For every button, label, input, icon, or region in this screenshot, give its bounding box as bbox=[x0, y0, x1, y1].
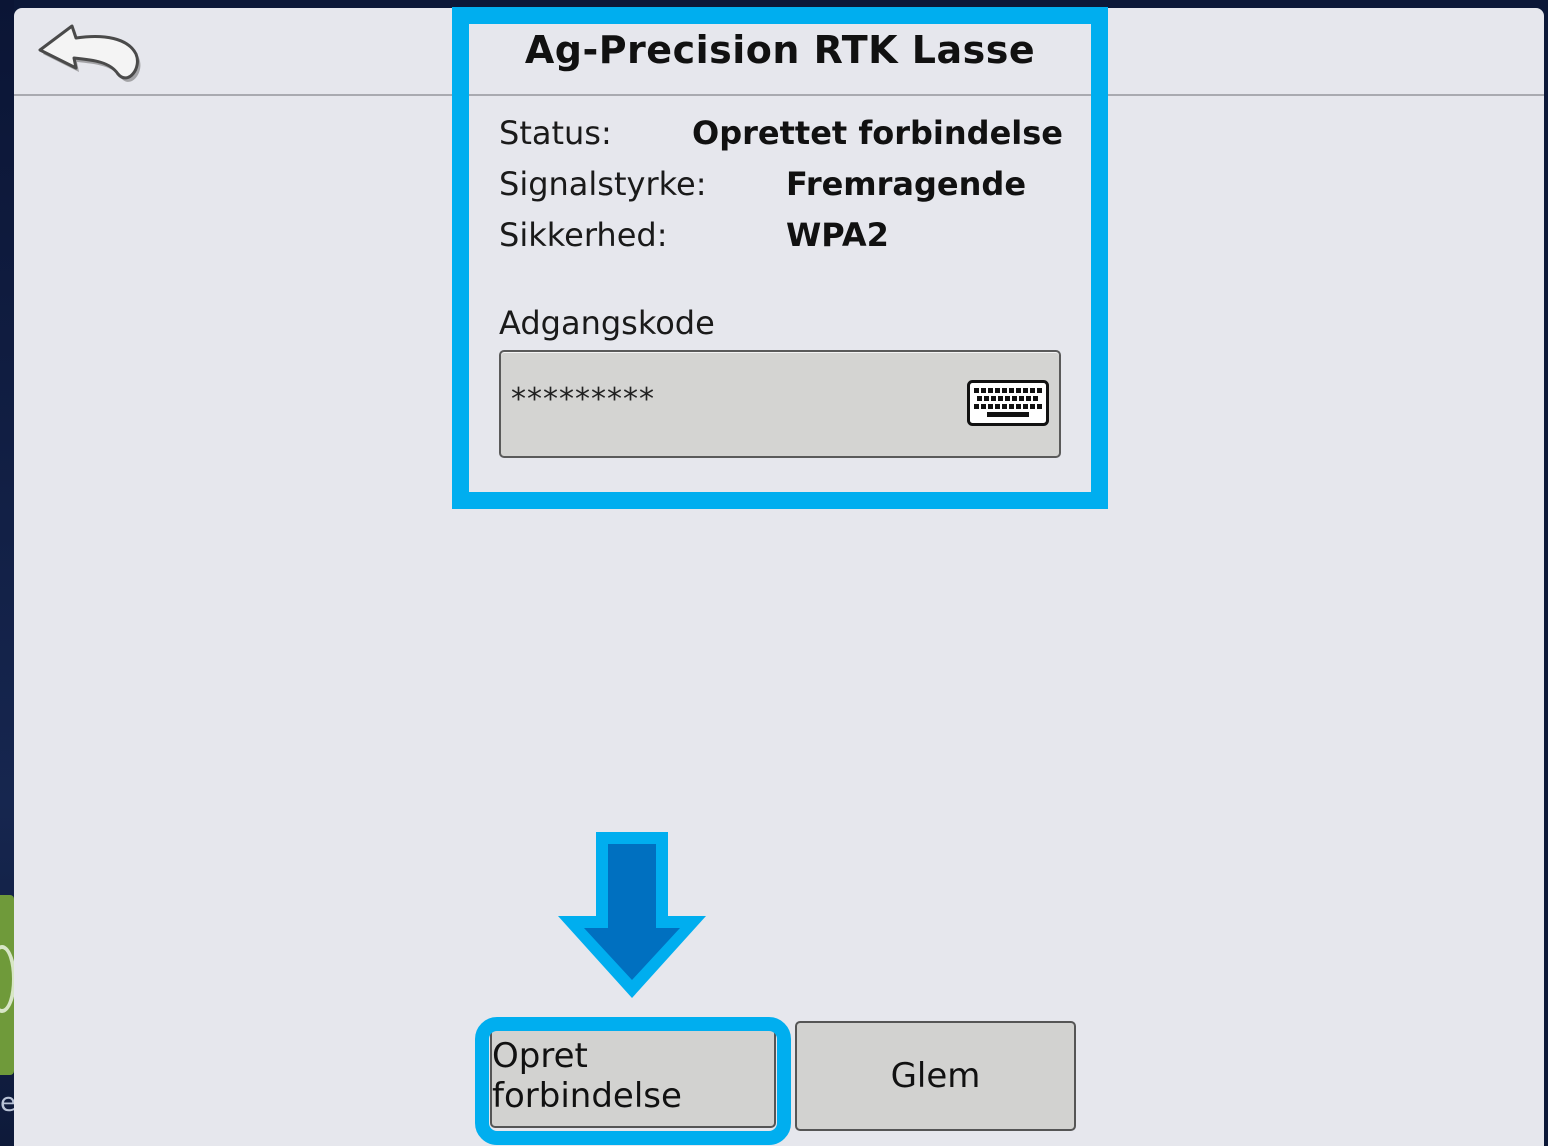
password-label: Adgangskode bbox=[499, 304, 715, 342]
keyboard-button[interactable] bbox=[967, 380, 1049, 426]
password-value: ********* bbox=[511, 382, 655, 417]
signal-strength-label: Signalstyrke: bbox=[499, 165, 707, 203]
security-value: WPA2 bbox=[786, 216, 889, 254]
keyboard-icon bbox=[967, 380, 1049, 426]
arrow-down-icon bbox=[558, 832, 706, 998]
password-field[interactable]: ********* bbox=[499, 350, 1061, 458]
back-button[interactable] bbox=[32, 16, 142, 90]
status-label: Status: bbox=[499, 114, 612, 152]
background-app-tile bbox=[0, 895, 16, 1075]
dialog-title: Ag-Precision RTK Lasse bbox=[524, 28, 1036, 72]
wifi-network-dialog: Ag-Precision RTK Lasse Status: Oprettet … bbox=[14, 7, 1544, 1146]
status-value: Oprettet forbindelse bbox=[692, 114, 1063, 152]
security-label: Sikkerhed: bbox=[499, 216, 668, 254]
connect-button[interactable]: Opret forbindelse bbox=[490, 1024, 776, 1128]
back-arrow-icon bbox=[38, 24, 141, 82]
forget-button[interactable]: Glem bbox=[795, 1021, 1076, 1131]
signal-strength-value: Fremragende bbox=[786, 165, 1027, 203]
